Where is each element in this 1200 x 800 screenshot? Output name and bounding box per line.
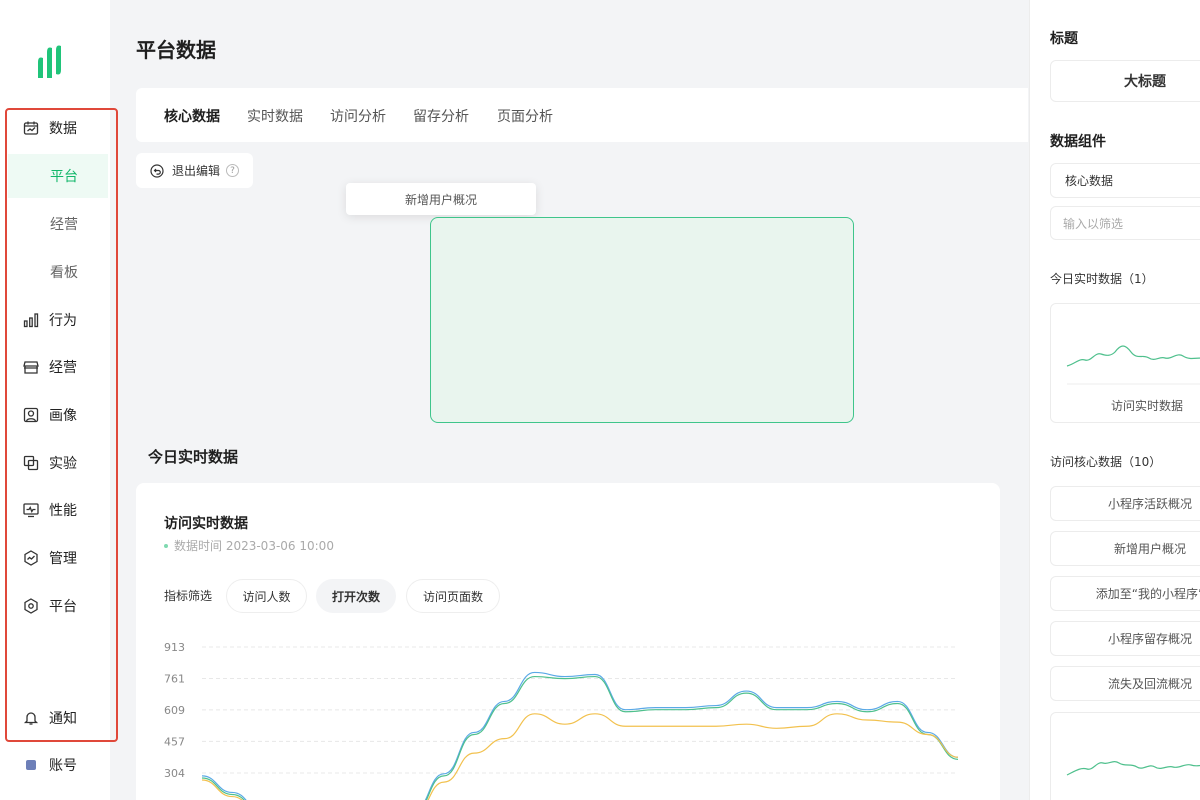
tab-core-data[interactable]: 核心数据 xyxy=(164,106,220,126)
nav-item-platform[interactable]: 平台 xyxy=(22,596,77,616)
y-tick-label: 913 xyxy=(164,641,185,654)
nav-label: 通知 xyxy=(49,711,77,727)
dragging-component-tip[interactable]: 新增用户概况 xyxy=(346,183,536,215)
chart-card: 访问实时数据 数据时间 2023-03-06 10:00 指标筛选 访问人数 打… xyxy=(136,483,1000,800)
exit-edit-button[interactable]: 退出编辑 ? xyxy=(136,153,253,188)
line-chart: 913 761 609 457 304 xyxy=(164,641,959,800)
nav-highlight-box xyxy=(5,108,118,742)
right-panel: 标题 大标题 数据组件 核心数据 输入以筛选 今日实时数据（1） 访问实时数据 … xyxy=(1029,0,1200,800)
help-icon[interactable]: ? xyxy=(226,164,240,177)
nav-label: 经营 xyxy=(49,360,77,376)
y-tick-label: 457 xyxy=(164,735,185,748)
page-title: 平台数据 xyxy=(136,38,216,62)
copy-icon xyxy=(22,454,40,472)
nav-label: 平台 xyxy=(49,599,77,615)
nav-sub-dashboard[interactable]: 看板 xyxy=(50,262,78,282)
nav-label: 画像 xyxy=(49,408,77,424)
group-label-realtime: 今日实时数据（1） xyxy=(1050,272,1154,286)
tab-retention-analysis[interactable]: 留存分析 xyxy=(413,106,469,126)
component-item[interactable]: 小程序留存概况 xyxy=(1050,621,1200,656)
component-select[interactable]: 核心数据 xyxy=(1050,163,1200,198)
component-thumb-core[interactable] xyxy=(1050,712,1200,800)
component-item[interactable]: 流失及回流概况 xyxy=(1050,666,1200,701)
filter-opens[interactable]: 打开次数 xyxy=(316,579,396,613)
y-tick-label: 304 xyxy=(164,767,185,780)
filter-visitors[interactable]: 访问人数 xyxy=(226,579,307,613)
exit-edit-label: 退出编辑 xyxy=(172,164,221,178)
nav-item-notify[interactable]: 通知 xyxy=(22,708,77,728)
bell-icon xyxy=(22,709,40,727)
drop-zone-placeholder xyxy=(430,217,854,423)
filter-input[interactable]: 输入以筛选 xyxy=(1050,206,1200,240)
section-title: 今日实时数据 xyxy=(148,448,239,466)
chart-time: 数据时间 2023-03-06 10:00 xyxy=(164,537,334,554)
calendar-chart-icon xyxy=(22,119,40,137)
chart-title: 访问实时数据 xyxy=(164,516,248,532)
portrait-icon xyxy=(22,406,40,424)
nav-item-performance[interactable]: 性能 xyxy=(22,500,77,520)
tab-visit-analysis[interactable]: 访问分析 xyxy=(330,106,386,126)
component-item[interactable]: 新增用户概况 xyxy=(1050,531,1200,566)
app-logo xyxy=(38,45,61,78)
hexagon-icon xyxy=(22,597,40,615)
series-line xyxy=(201,671,959,800)
thumb-caption: 访问实时数据 xyxy=(1111,399,1184,413)
y-tick-label: 609 xyxy=(164,704,185,717)
nav-item-business[interactable]: 经营 xyxy=(22,357,77,377)
nav-label: 实验 xyxy=(49,456,77,472)
nav-label: 数据 xyxy=(49,121,77,137)
filter-label: 指标筛选 xyxy=(164,589,213,603)
nav-item-experiment[interactable]: 实验 xyxy=(22,453,77,473)
components-label: 数据组件 xyxy=(1050,134,1106,150)
nav-label: 性能 xyxy=(49,503,77,519)
monitor-icon xyxy=(22,501,40,519)
undo-icon xyxy=(150,163,164,178)
nav-item-behavior[interactable]: 行为 xyxy=(22,310,77,330)
component-item[interactable]: 小程序活跃概况 xyxy=(1050,486,1200,521)
y-tick-label: 761 xyxy=(164,672,185,685)
nav-item-data[interactable]: 数据 xyxy=(22,118,77,138)
series-line xyxy=(201,713,959,800)
sidebar: 数据 平台 经营 看板 行为 经营 画像 实验 性能 管理 平台 通知 账号 xyxy=(0,0,118,800)
hexagon-chart-icon xyxy=(22,549,40,567)
store-icon xyxy=(22,358,40,376)
nav-label: 行为 xyxy=(49,313,77,329)
tab-bar: 核心数据 实时数据 访问分析 留存分析 页面分析 xyxy=(136,88,1028,142)
chart-time-label: 数据时间 2023-03-06 10:00 xyxy=(174,539,334,553)
series-line xyxy=(201,675,959,800)
thumb-sparkline xyxy=(1066,345,1200,385)
component-thumb-realtime[interactable]: 访问实时数据 xyxy=(1050,303,1200,423)
filter-page-views[interactable]: 访问页面数 xyxy=(406,579,500,613)
nav-sub-platform[interactable]: 平台 xyxy=(50,166,78,186)
tab-page-analysis[interactable]: 页面分析 xyxy=(497,106,553,126)
nav-item-account[interactable]: 账号 xyxy=(22,755,77,775)
component-item[interactable]: 添加至“我的小程序” xyxy=(1050,576,1200,611)
nav-sub-business[interactable]: 经营 xyxy=(50,214,78,234)
nav-item-management[interactable]: 管理 xyxy=(22,548,77,568)
status-dot-icon xyxy=(164,543,168,548)
bar-chart-icon xyxy=(22,311,40,329)
nav-label: 管理 xyxy=(49,551,77,567)
thumb-sparkline xyxy=(1066,760,1200,776)
group-label-core: 访问核心数据（10） xyxy=(1050,455,1162,469)
tab-realtime-data[interactable]: 实时数据 xyxy=(247,106,303,126)
avatar-icon xyxy=(22,756,40,774)
nav-label: 账号 xyxy=(49,758,77,774)
nav-item-portrait[interactable]: 画像 xyxy=(22,405,77,425)
title-input[interactable]: 大标题 xyxy=(1050,60,1200,102)
title-label: 标题 xyxy=(1050,31,1078,47)
